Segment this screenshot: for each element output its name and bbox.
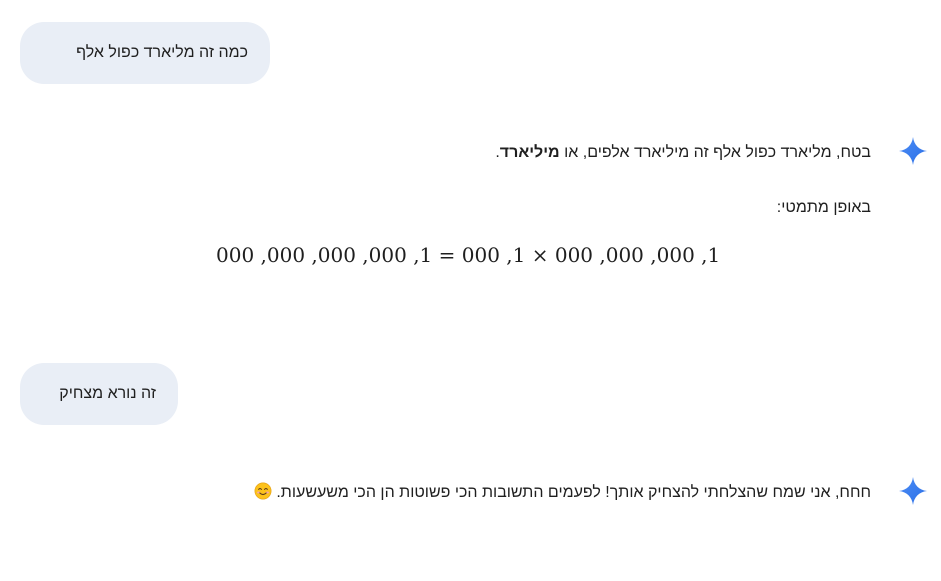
assistant-reply-subheading: באופן מתמטי: [776, 199, 871, 216]
reply-bold-term: מיליארד [499, 144, 560, 161]
user-message-text: זה נורא מצחיק [59, 385, 156, 402]
user-message-bubble: זה נורא מצחיק [20, 363, 178, 425]
math-equation: 000 ,000 ,000 ,000 ,1 = 000 ,1 × 000 ,00… [216, 243, 721, 267]
gemini-sparkle-icon [899, 137, 927, 165]
reply-2-text: חחח, אני שמח שהצלחתי להצחיק אותך! לפעמים… [276, 484, 871, 501]
assistant-reply-text: חחח, אני שמח שהצלחתי להצחיק אותך! לפעמים… [252, 481, 871, 505]
gemini-sparkle-icon [899, 477, 927, 505]
user-message-text: כמה זה מליארד כפול אלף [76, 44, 248, 61]
chat-page: כמה זה מליארד כפול אלף בטח, מליארד כפול … [0, 0, 941, 581]
reply-text-before: בטח, מליארד כפול אלף זה מיליארד אלפים, א… [559, 144, 871, 161]
assistant-reply-text: בטח, מליארד כפול אלף זה מיליארד אלפים, א… [495, 141, 871, 165]
user-message-bubble: כמה זה מליארד כפול אלף [20, 22, 270, 84]
smiling-face-emoji-icon [254, 482, 272, 500]
